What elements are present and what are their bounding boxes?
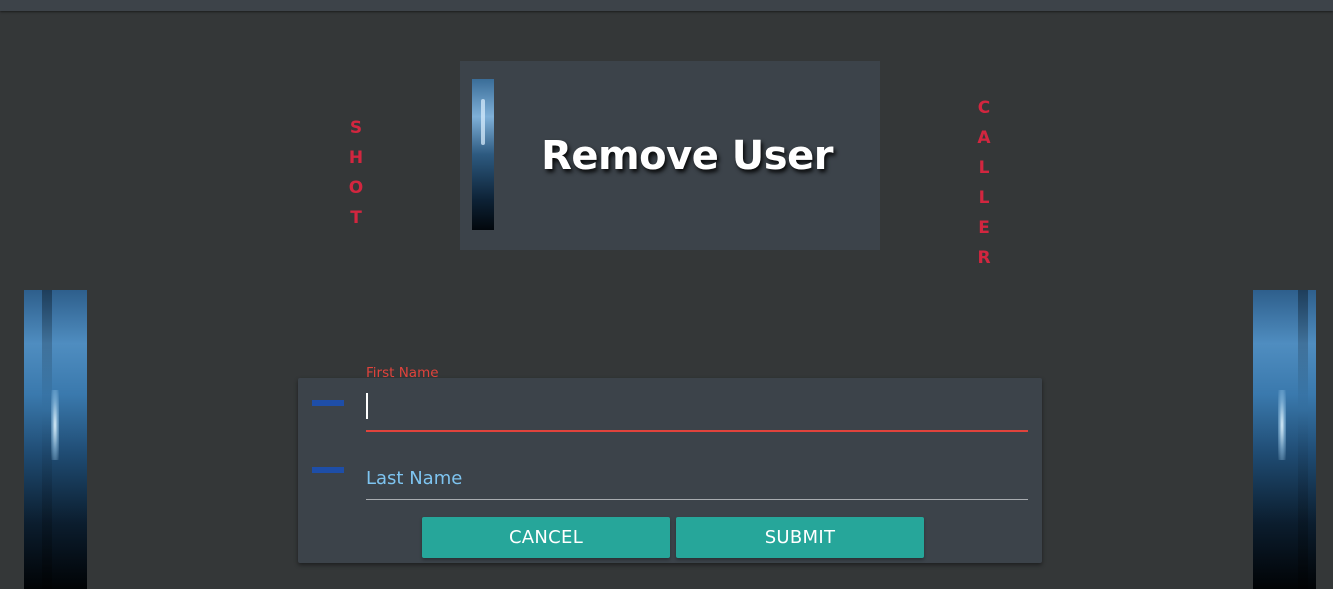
side-letter: L (978, 158, 990, 178)
decorative-image-strip (472, 79, 494, 230)
text-caret (366, 393, 368, 419)
decorative-image-left (24, 290, 87, 589)
side-letter: R (977, 248, 991, 268)
first-name-label: First Name (366, 365, 439, 381)
side-letter: H (348, 148, 364, 168)
submit-button[interactable]: SUBMIT (676, 517, 924, 558)
cancel-button[interactable]: CANCEL (422, 517, 670, 558)
decorative-image-right (1253, 290, 1316, 589)
field-marker-icon (312, 400, 344, 406)
side-text-caller: C A L L E R (974, 93, 994, 273)
side-letter: E (978, 218, 990, 238)
side-letter: T (350, 208, 362, 228)
last-name-input[interactable] (366, 458, 1028, 500)
field-marker-icon (312, 467, 344, 473)
side-letter: S (349, 118, 363, 138)
side-letter: L (978, 188, 990, 208)
side-letter: C (977, 98, 991, 118)
title-card: Remove User (460, 61, 880, 250)
side-letter: A (977, 128, 991, 148)
top-bar (0, 0, 1333, 11)
first-name-input[interactable] (366, 388, 1028, 432)
page-title: Remove User (541, 132, 833, 179)
side-text-shot: S H O T (346, 113, 366, 233)
side-letter: O (348, 178, 364, 198)
remove-user-form: First Name CANCEL SUBMIT (298, 365, 1042, 563)
